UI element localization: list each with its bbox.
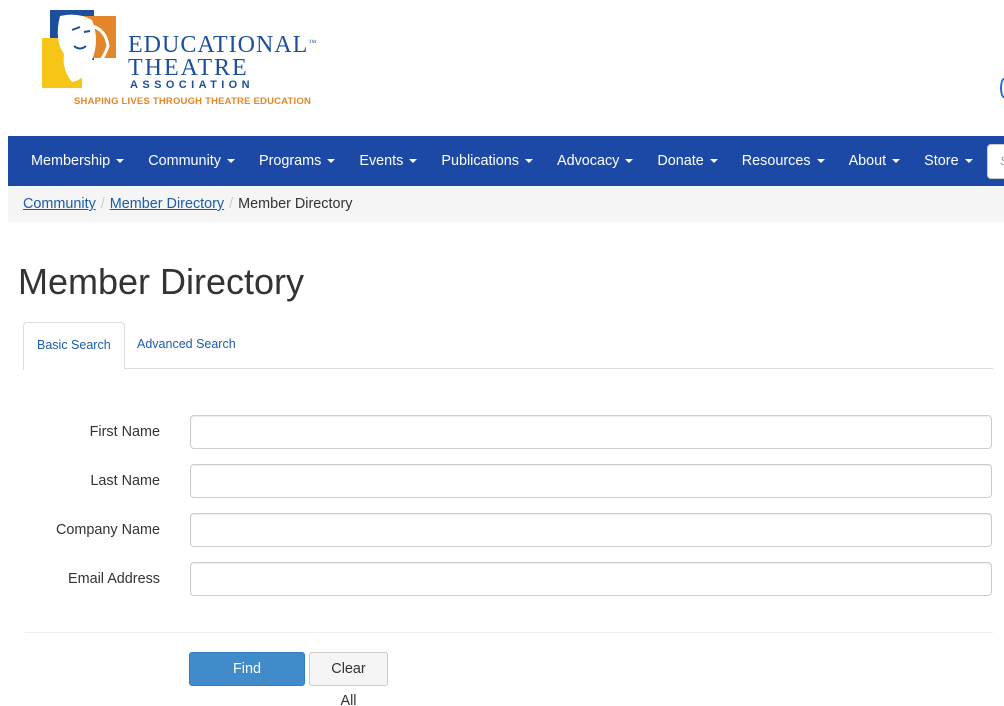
nav-item-membership[interactable]: Membership bbox=[19, 136, 136, 186]
nav-item-publications[interactable]: Publications bbox=[429, 136, 545, 186]
logo-tagline: SHAPING LIVES THROUGH THEATRE EDUCATION bbox=[74, 96, 312, 107]
find-members-button[interactable]: Find Members bbox=[189, 652, 305, 706]
nav-item-community[interactable]: Community bbox=[136, 136, 247, 186]
nav-item-events[interactable]: Events bbox=[347, 136, 429, 186]
nav-item-about[interactable]: About bbox=[837, 136, 913, 186]
last-name-field[interactable] bbox=[190, 464, 992, 498]
partial-icon bbox=[1000, 78, 1004, 98]
caret-down-icon bbox=[226, 159, 235, 164]
logo-word-educational: EDUCATIONAL™ bbox=[128, 32, 317, 58]
tab-basic-search[interactable]: Basic Search bbox=[23, 322, 125, 370]
nav-item-donate[interactable]: Donate bbox=[645, 136, 729, 186]
caret-down-icon bbox=[709, 159, 718, 164]
email-address-row: Email Address bbox=[18, 562, 992, 596]
breadcrumb-link-member-directory[interactable]: Member Directory bbox=[110, 196, 224, 212]
email-address-field[interactable] bbox=[190, 562, 992, 596]
nav-menu: Membership Community Programs Events Pub… bbox=[8, 136, 1004, 186]
first-name-field[interactable] bbox=[190, 415, 992, 449]
caret-down-icon bbox=[964, 159, 973, 164]
eta-logo[interactable]: EDUCATIONAL™ THEATRE ASSOCIATION SHAPING… bbox=[42, 10, 352, 110]
breadcrumb-link-community[interactable]: Community bbox=[23, 196, 96, 212]
caret-down-icon bbox=[116, 159, 125, 164]
breadcrumb: Community / Member Directory / Member Direct… bbox=[8, 186, 1004, 222]
last-name-row: Last Name bbox=[18, 464, 992, 498]
search-tabs: Basic Search Advanced Search bbox=[23, 322, 993, 370]
nav-item-resources[interactable]: Resources bbox=[730, 136, 837, 186]
breadcrumb-current: Member Directory bbox=[238, 196, 353, 212]
last-name-label: Last Name bbox=[90, 473, 160, 489]
page-title: Member Directory bbox=[18, 261, 305, 302]
tab-advanced-search[interactable]: Advanced Search bbox=[124, 322, 249, 369]
caret-down-icon bbox=[409, 159, 418, 164]
first-name-row: First Name bbox=[18, 415, 992, 449]
caret-down-icon bbox=[816, 159, 825, 164]
caret-down-icon bbox=[524, 159, 533, 164]
nav-item-store[interactable]: Store bbox=[912, 136, 984, 186]
form-divider bbox=[25, 632, 993, 633]
logo-word-theatre: THEATRE bbox=[128, 55, 249, 81]
company-name-row: Company Name bbox=[18, 513, 992, 547]
company-name-field[interactable] bbox=[190, 513, 992, 547]
logo-word-association: ASSOCIATION bbox=[130, 79, 254, 91]
caret-down-icon bbox=[327, 159, 336, 164]
clear-all-button[interactable]: Clear All bbox=[309, 652, 388, 706]
company-name-label: Company Name bbox=[56, 522, 160, 538]
caret-down-icon bbox=[892, 159, 901, 164]
email-address-label: Email Address bbox=[68, 571, 160, 587]
main-navbar: Membership Community Programs Events Pub… bbox=[8, 136, 1004, 186]
caret-down-icon bbox=[625, 159, 634, 164]
theatre-masks-logo-icon bbox=[42, 10, 116, 88]
nav-item-programs[interactable]: Programs bbox=[247, 136, 347, 186]
breadcrumb-separator: / bbox=[100, 196, 105, 212]
breadcrumb-separator: / bbox=[229, 196, 234, 212]
nav-search-input[interactable]: S bbox=[987, 144, 1004, 179]
first-name-label: First Name bbox=[89, 424, 160, 440]
nav-item-advocacy[interactable]: Advocacy bbox=[545, 136, 645, 186]
